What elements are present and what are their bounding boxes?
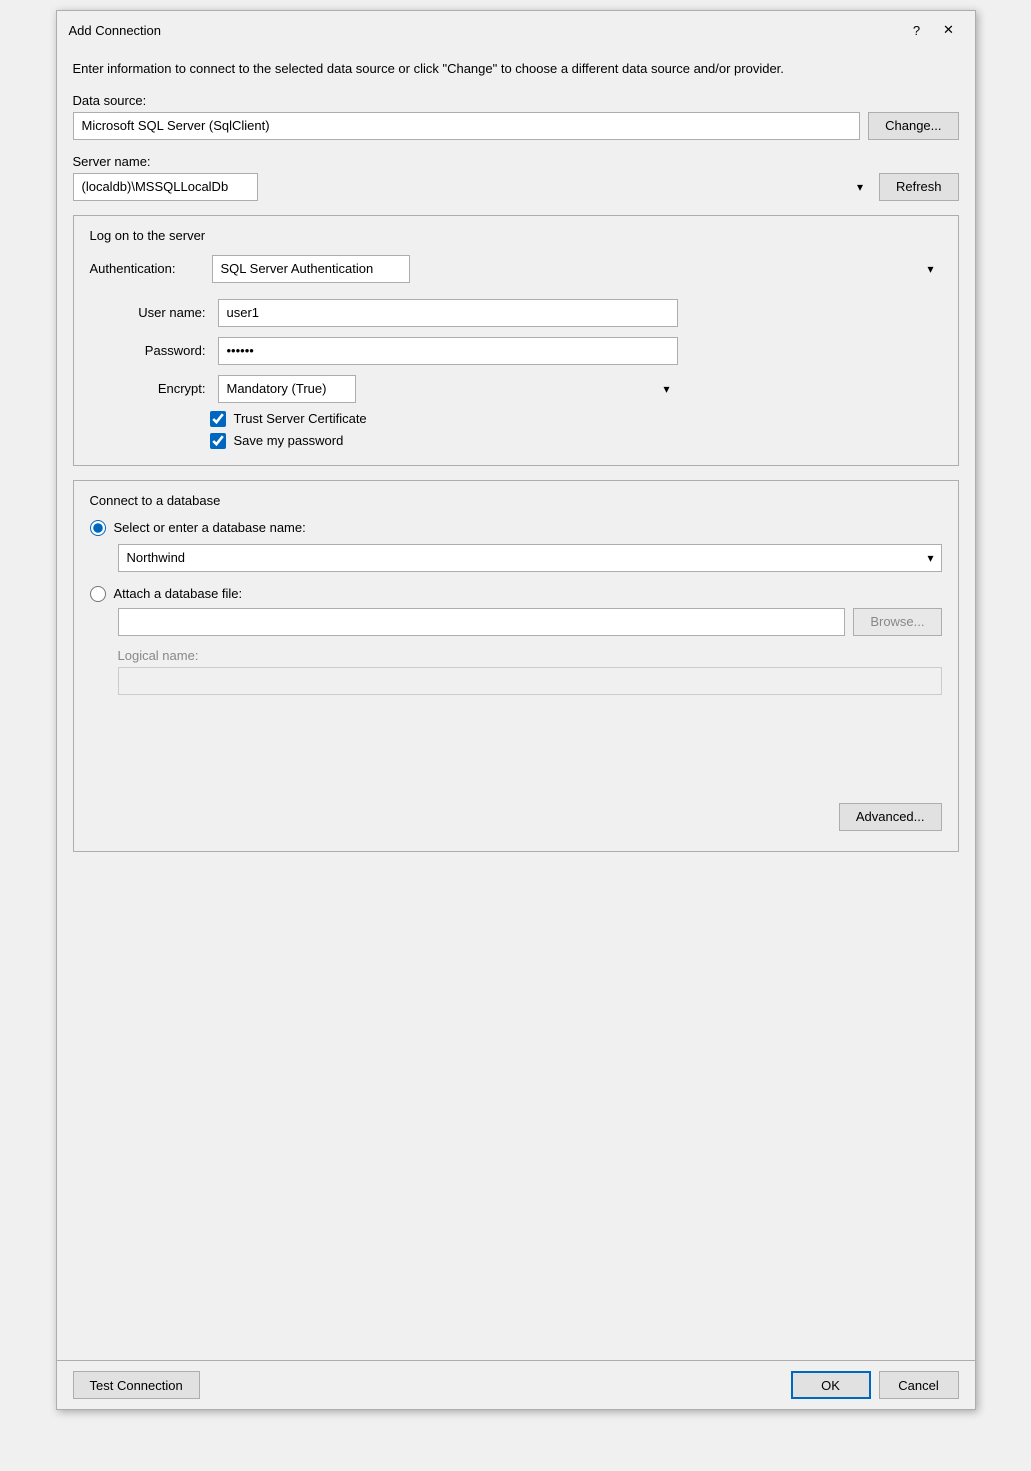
encrypt-select-wrapper: Mandatory (True) Optional (False) Strict… [218, 375, 678, 403]
cancel-button[interactable]: Cancel [879, 1371, 959, 1399]
logical-name-label: Logical name: [118, 648, 942, 663]
bottom-right-buttons: OK Cancel [791, 1371, 959, 1399]
attach-db-label: Attach a database file: [114, 586, 243, 601]
data-source-label: Data source: [73, 93, 959, 108]
auth-select[interactable]: SQL Server Authentication Windows Authen… [212, 255, 410, 283]
data-source-row: Change... [73, 112, 959, 140]
logical-name-input[interactable] [118, 667, 942, 695]
username-label: User name: [100, 299, 210, 327]
advanced-row: Advanced... [90, 795, 942, 835]
add-connection-dialog: Add Connection ? ✕ Enter information to … [56, 10, 976, 1410]
ok-button[interactable]: OK [791, 1371, 871, 1399]
password-input[interactable] [218, 337, 678, 365]
select-db-label: Select or enter a database name: [114, 520, 306, 535]
log-on-label: Log on to the server [90, 228, 942, 243]
server-name-wrapper: (localdb)\MSSQLLocalDb [73, 173, 871, 201]
bottom-bar: Test Connection OK Cancel [57, 1360, 975, 1409]
save-password-checkbox[interactable] [210, 433, 226, 449]
attach-radio-row: Attach a database file: [90, 586, 942, 602]
connect-db-section: Connect to a database Select or enter a … [73, 480, 959, 852]
username-value [218, 299, 942, 327]
username-input[interactable] [218, 299, 678, 327]
db-name-wrapper: Northwind master tempdb [118, 544, 942, 572]
close-button[interactable]: ✕ [935, 19, 963, 41]
auth-label: Authentication: [90, 261, 200, 276]
title-bar: Add Connection ? ✕ [57, 11, 975, 47]
logical-name-section: Logical name: [90, 648, 942, 695]
db-name-row: Northwind master tempdb [90, 544, 942, 572]
refresh-button[interactable]: Refresh [879, 173, 959, 201]
browse-button[interactable]: Browse... [853, 608, 941, 636]
connect-db-label: Connect to a database [90, 493, 942, 508]
title-bar-right: ? ✕ [903, 19, 963, 41]
save-password-row: Save my password [90, 433, 942, 449]
select-db-radio[interactable] [90, 520, 106, 536]
dialog-title: Add Connection [69, 23, 162, 38]
spacer [90, 695, 942, 795]
trust-cert-row: Trust Server Certificate [90, 411, 942, 427]
encrypt-select[interactable]: Mandatory (True) Optional (False) Strict… [218, 375, 356, 403]
password-value [218, 337, 942, 365]
data-source-input[interactable] [73, 112, 861, 140]
test-connection-button[interactable]: Test Connection [73, 1371, 200, 1399]
db-name-select[interactable]: Northwind master tempdb [118, 544, 942, 572]
change-button[interactable]: Change... [868, 112, 958, 140]
server-name-select[interactable]: (localdb)\MSSQLLocalDb [73, 173, 258, 201]
encrypt-label: Encrypt: [100, 375, 210, 403]
server-name-section: Server name: (localdb)\MSSQLLocalDb Refr… [73, 154, 959, 201]
select-db-radio-row: Select or enter a database name: [90, 520, 942, 536]
dialog-body: Enter information to connect to the sele… [57, 47, 975, 1360]
intro-text: Enter information to connect to the sele… [73, 59, 959, 79]
data-source-section: Data source: Change... [73, 93, 959, 140]
attach-file-input[interactable] [118, 608, 846, 636]
trust-cert-label: Trust Server Certificate [234, 411, 367, 426]
auth-row: Authentication: SQL Server Authenticatio… [90, 255, 942, 283]
server-name-label: Server name: [73, 154, 959, 169]
save-password-label: Save my password [234, 433, 344, 448]
log-on-section: Log on to the server Authentication: SQL… [73, 215, 959, 466]
server-name-row: (localdb)\MSSQLLocalDb Refresh [73, 173, 959, 201]
encrypt-value: Mandatory (True) Optional (False) Strict… [218, 375, 942, 403]
trust-cert-checkbox[interactable] [210, 411, 226, 427]
auth-select-wrapper: SQL Server Authentication Windows Authen… [212, 255, 942, 283]
title-bar-left: Add Connection [69, 23, 162, 38]
password-label: Password: [100, 337, 210, 365]
attach-file-row: Browse... [90, 608, 942, 636]
attach-db-radio[interactable] [90, 586, 106, 602]
help-button[interactable]: ? [903, 19, 931, 41]
form-grid: User name: Password: Encrypt: Mandatory … [90, 299, 942, 403]
advanced-button[interactable]: Advanced... [839, 803, 942, 831]
